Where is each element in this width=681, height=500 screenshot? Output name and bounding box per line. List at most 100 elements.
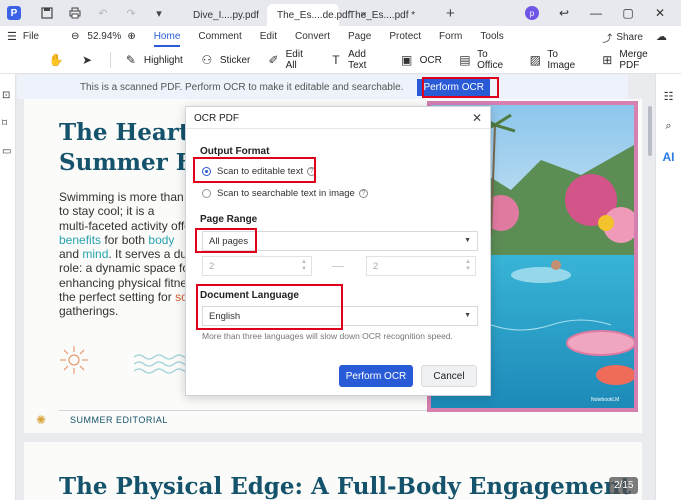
- ai-assistant-icon[interactable]: AI: [662, 150, 676, 164]
- close-icon[interactable]: ✕: [472, 111, 482, 125]
- output-format-label: Output Format: [200, 146, 270, 157]
- footer-label: SUMMER EDITORIAL: [70, 415, 168, 425]
- thumbnail-icon[interactable]: ⊡: [2, 90, 14, 102]
- page-counter: 2/15: [609, 477, 639, 494]
- chevron-down-icon: ▼: [464, 237, 471, 244]
- footer-divider: [59, 410, 439, 411]
- ocr-icon: ▣: [400, 53, 413, 67]
- zoom-level: 52.94%: [87, 31, 122, 42]
- option-searchable-label: Scan to searchable text in image: [217, 188, 355, 199]
- menu-convert[interactable]: Convert: [295, 31, 330, 42]
- ocr-button[interactable]: ▣ OCR: [399, 52, 442, 68]
- search-icon[interactable]: ⌕: [662, 120, 676, 134]
- select-tool[interactable]: ➤: [79, 52, 100, 68]
- watermark: NotebookLM: [591, 397, 619, 403]
- highlight-button[interactable]: ✎ Highlight: [123, 52, 183, 68]
- cloud-icon[interactable]: ☁: [656, 30, 667, 43]
- scrollbar[interactable]: [648, 96, 653, 496]
- zoom-out-icon[interactable]: ⊖: [71, 31, 79, 42]
- to-image-button[interactable]: ▨ To Image: [528, 49, 584, 71]
- page2-heading: The Physical Edge: A Full-Body Engagemen…: [59, 473, 632, 500]
- edit-all-button[interactable]: ✐ Edit All: [266, 49, 312, 71]
- sticker-icon: ⚇: [201, 53, 213, 67]
- edit-icon: ✐: [268, 53, 279, 67]
- menu-tools[interactable]: Tools: [480, 31, 503, 42]
- zoom-in-icon[interactable]: ⊕: [127, 31, 135, 42]
- share-label: Share: [616, 32, 643, 43]
- file-label: File: [22, 31, 39, 42]
- edit-all-label: Edit All: [285, 49, 303, 71]
- menu-edit[interactable]: Edit: [260, 31, 277, 42]
- tab-the-es-modified[interactable]: The_Es....pdf *: [339, 4, 432, 26]
- print-icon[interactable]: [67, 5, 83, 21]
- add-text-icon: T: [332, 53, 340, 67]
- range-to-value: 2: [373, 260, 379, 272]
- pdf-page-2: The Physical Edge: A Full-Body Engagemen…: [24, 442, 642, 500]
- add-text-label: Add Text: [348, 49, 367, 71]
- ocr-label: OCR: [419, 54, 442, 66]
- tool-bar: ✋ ➤ ✎ Highlight ⚇ Sticker ✐ Edit All T Add T…: [0, 47, 681, 74]
- image-icon: ▨: [529, 53, 541, 67]
- cancel-button[interactable]: Cancel: [421, 365, 477, 387]
- menu-form[interactable]: Form: [439, 31, 462, 42]
- properties-icon[interactable]: ☷: [662, 90, 676, 104]
- menu-comment[interactable]: Comment: [198, 31, 241, 42]
- highlight-label: Highlight: [143, 54, 183, 66]
- sticker-label: Sticker: [219, 54, 251, 66]
- menu-page[interactable]: Page: [348, 31, 371, 42]
- redo-icon[interactable]: ↷: [123, 5, 139, 21]
- hamburger-icon: ☰: [7, 31, 17, 43]
- annotation-highlight-box: [196, 284, 343, 330]
- ocr-notice-message: This is a scanned PDF. Perform OCR to ma…: [79, 81, 404, 93]
- office-icon: ▤: [459, 53, 471, 67]
- add-text-button[interactable]: T Add Text: [329, 49, 383, 71]
- new-tab-button[interactable]: +: [446, 5, 455, 22]
- to-office-button[interactable]: ▤ To Office: [458, 49, 512, 71]
- file-menu[interactable]: ☰ File: [7, 30, 39, 43]
- share-icon: ⤴: [602, 34, 613, 45]
- zoom-control[interactable]: ⊖ 52.94% ⊕: [71, 31, 136, 42]
- scrollbar-thumb[interactable]: [648, 106, 652, 156]
- maximize-icon[interactable]: ▢: [617, 6, 639, 20]
- share-button[interactable]: ⤴ Share: [602, 30, 643, 45]
- menu-home[interactable]: Home: [153, 31, 180, 47]
- close-window-icon[interactable]: ✕: [649, 6, 671, 20]
- save-icon[interactable]: [39, 5, 55, 21]
- annotation-highlight-box: [422, 77, 499, 98]
- bookmark-icon[interactable]: ⌑: [2, 118, 14, 130]
- tab-dive[interactable]: Dive_I....py.pdf: [183, 4, 267, 26]
- back-icon[interactable]: ↩: [553, 6, 575, 20]
- annotation-highlight-box: [193, 157, 316, 183]
- comment-icon[interactable]: ▭: [2, 146, 14, 158]
- perform-ocr-button[interactable]: Perform OCR: [339, 365, 413, 387]
- cursor-icon: ➤: [81, 53, 93, 67]
- annotation-highlight-box: [195, 228, 257, 253]
- radio-unselected[interactable]: [202, 189, 211, 198]
- menu-bar: ☰ File ⊖ 52.94% ⊕ Home Comment Edit Conv…: [0, 26, 681, 47]
- dialog-divider: [186, 128, 490, 129]
- tab-the-es-de[interactable]: The_Es....de.pdf ×: [267, 4, 367, 26]
- chevron-down-icon[interactable]: ▾: [151, 5, 167, 21]
- stepper-icon[interactable]: ▲ ▼: [465, 259, 471, 273]
- range-from-input[interactable]: 2 ▲ ▼: [202, 256, 312, 276]
- stepper-icon[interactable]: ▲ ▼: [301, 259, 307, 273]
- page-range-label: Page Range: [200, 214, 258, 225]
- hand-tool[interactable]: ✋: [48, 52, 69, 68]
- tab-label: The_Es....pdf *: [349, 9, 416, 21]
- minimize-icon[interactable]: —: [585, 6, 607, 20]
- hand-icon: ✋: [48, 53, 64, 67]
- merge-pdf-button[interactable]: ⊞ Merge PDF: [600, 49, 665, 71]
- menu-protect[interactable]: Protect: [389, 31, 421, 42]
- language-hint: More than three languages will slow down…: [202, 331, 453, 341]
- range-to-input[interactable]: 2 ▲ ▼: [366, 256, 476, 276]
- to-office-label: To Office: [477, 49, 504, 71]
- merge-icon: ⊞: [602, 53, 613, 67]
- range-dash: [332, 266, 344, 267]
- avatar[interactable]: p: [525, 6, 539, 20]
- option-searchable-text[interactable]: Scan to searchable text in image ?: [202, 188, 368, 199]
- sticker-button[interactable]: ⚇ Sticker: [199, 52, 251, 68]
- undo-icon[interactable]: ↶: [95, 5, 111, 21]
- help-icon[interactable]: ?: [358, 189, 368, 198]
- to-image-label: To Image: [547, 49, 576, 71]
- tab-bar: P ↶ ↷ ▾ Dive_I....py.pdf The_Es....de.pd…: [0, 0, 681, 26]
